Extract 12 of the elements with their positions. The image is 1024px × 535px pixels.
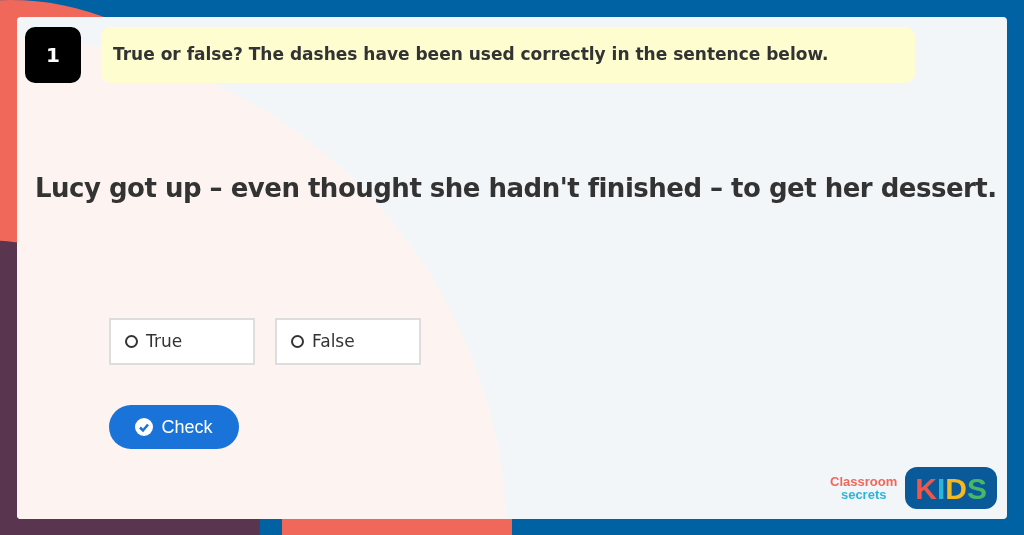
logo-badge: KIDS (905, 467, 997, 509)
radio-icon (125, 335, 138, 348)
question-prompt: True or false? The dashes have been used correctly in the sentence below. (101, 27, 915, 83)
answer-option[interactable]: False (275, 318, 421, 365)
checkmark-icon (135, 418, 154, 436)
logo-text: secrets (840, 488, 887, 501)
question-number: 1 (25, 27, 81, 83)
check-button[interactable]: Check (109, 405, 239, 449)
logo-text: Classroom (830, 475, 898, 488)
radio-icon (291, 335, 304, 348)
sentence: Lucy got up – even thought she hadn't finished – to get her dessert. (35, 172, 998, 205)
answer-option[interactable]: True (109, 318, 255, 365)
